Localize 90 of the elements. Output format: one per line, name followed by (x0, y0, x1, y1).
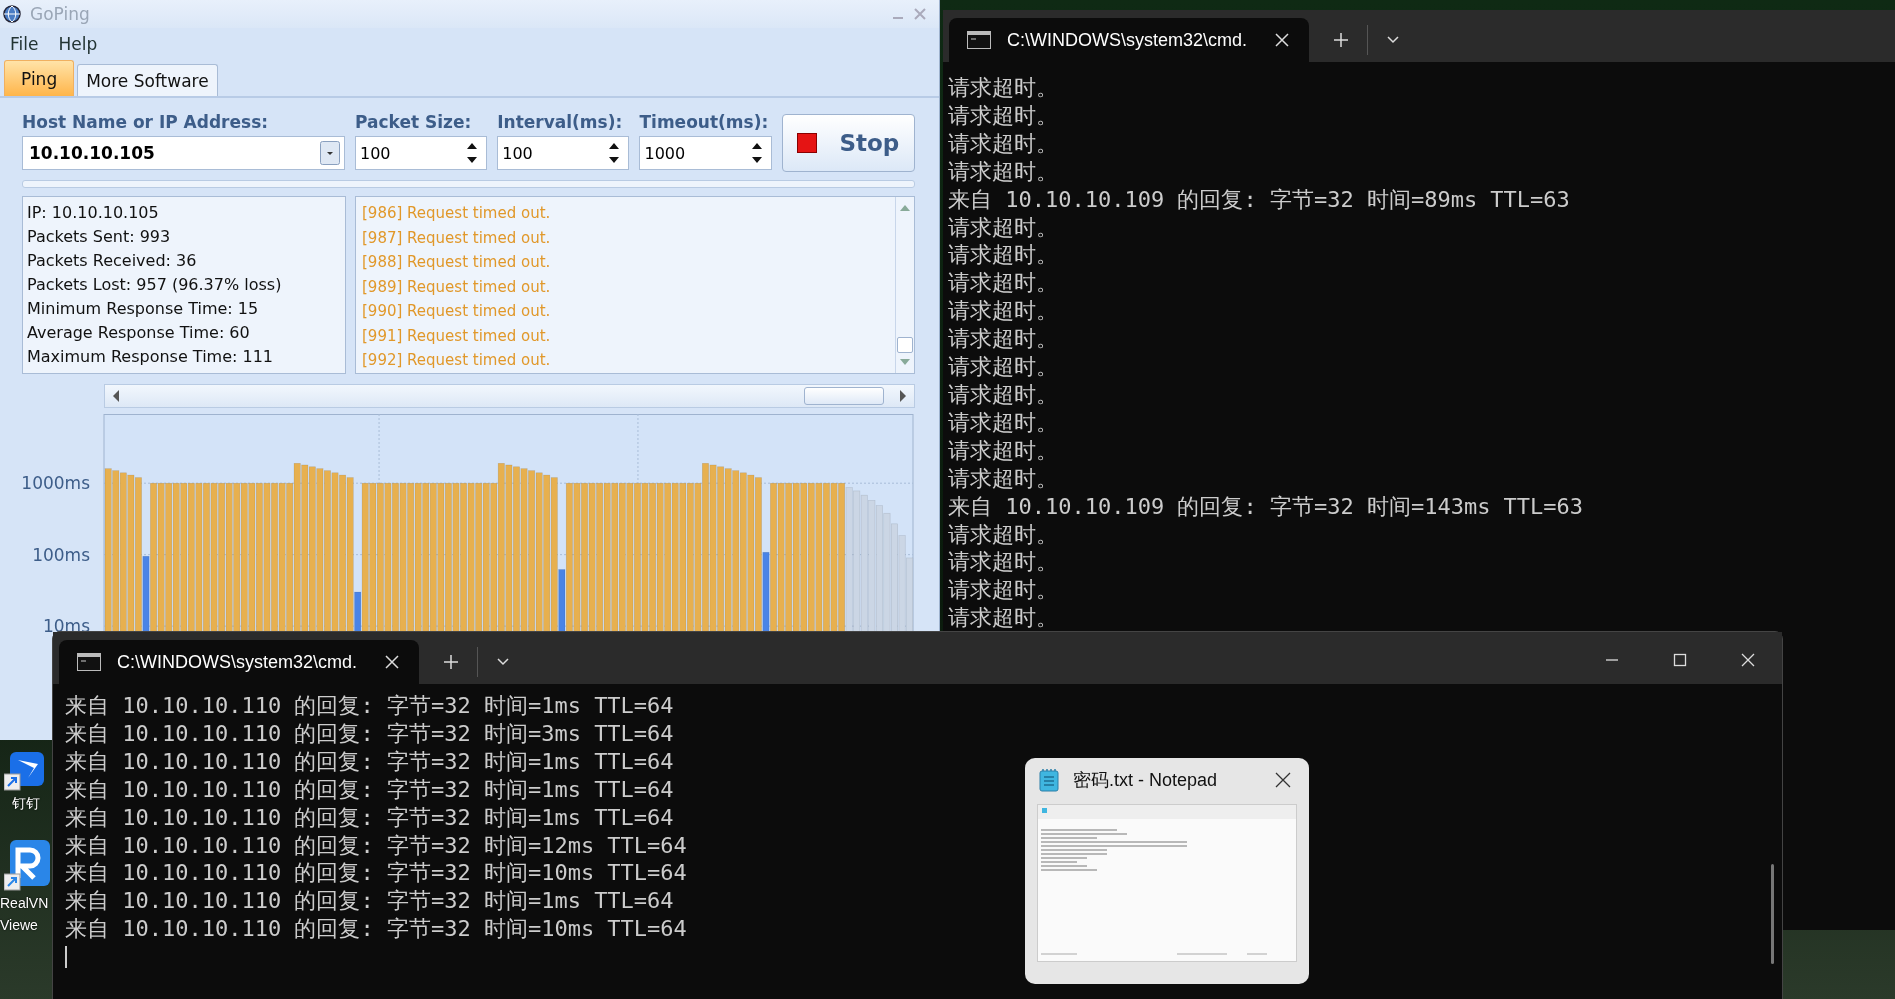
statistic-text: IP: 10.10.10.105 (27, 202, 160, 224)
text-cursor (65, 946, 67, 969)
console-line: 请求超时。 (948, 101, 1058, 130)
maximize-icon[interactable] (1672, 652, 1688, 668)
new-tab-icon[interactable] (443, 654, 459, 670)
field-label: Host Name or IP Address: (22, 112, 270, 132)
r-letter-app-icon[interactable] (4, 840, 50, 892)
console-line: 来自 10.10.10.110 的回复: 字节=32 时间=12ms TTL=64 (65, 831, 687, 860)
terminal-tab[interactable]: C:\WINDOWS\system32\cmd. (59, 640, 419, 684)
console-line: 请求超时。 (948, 464, 1058, 493)
y-axis-label: 1000ms (21, 473, 90, 494)
statistic-text: Minimum Response Time: 15 (27, 298, 260, 320)
scrollbar-thumb[interactable] (897, 337, 913, 353)
terminal-tab[interactable]: C:\WINDOWS\system32\cmd. (949, 18, 1309, 62)
log-line: [988] Request timed out. (362, 252, 552, 273)
log-line: [989] Request timed out. (362, 276, 552, 298)
up-down-arrows-icon[interactable] (750, 141, 763, 165)
window-title: GoPing (30, 4, 90, 24)
vertical-scrollbar[interactable] (895, 197, 914, 373)
number-spinner[interactable]: 100 (497, 136, 630, 170)
desktop-icon-label[interactable]: RealVN (0, 892, 49, 914)
console-line: 来自 10.10.10.110 的回复: 字节=32 时间=1ms TTL=64 (65, 803, 674, 832)
console-line: 来自 10.10.10.110 的回复: 字节=32 时间=1ms TTL=64 (65, 775, 674, 804)
horizontal-scrollbar[interactable] (104, 384, 915, 408)
statistic-text: Packets Sent: 993 (27, 226, 172, 248)
console-line: 请求超时。 (948, 157, 1058, 186)
scrollbar-thumb[interactable] (1771, 864, 1774, 964)
console-line: 请求超时。 (948, 520, 1058, 549)
console-line: 请求超时。 (948, 353, 1058, 381)
console-line: 请求超时。 (948, 269, 1058, 298)
tab[interactable]: More Software (77, 64, 218, 96)
console-line: 来自 10.10.10.110 的回复: 字节=32 时间=1ms TTL=64 (65, 747, 674, 776)
window-preview-popup[interactable]: 密码.txt - Notepad (1025, 758, 1309, 984)
terminal-icon (967, 31, 991, 49)
close-icon[interactable] (1275, 772, 1291, 788)
console-line: 来自 10.10.10.110 的回复: 字节=32 时间=1ms TTL=64 (65, 692, 674, 720)
console-line: 来自 10.10.10.110 的回复: 字节=32 时间=10ms TTL=64 (65, 915, 687, 944)
menu-item[interactable]: File (10, 34, 39, 54)
terminal-icon (77, 653, 101, 671)
console-line: 请求超时。 (948, 129, 1058, 158)
console-line: 请求超时。 (948, 241, 1058, 270)
scroll-right-icon[interactable] (898, 389, 908, 403)
console-line: 请求超时。 (948, 325, 1058, 354)
console-line: 来自 10.10.10.110 的回复: 字节=32 时间=3ms TTL=64 (65, 719, 674, 748)
console-line: 请求超时。 (948, 297, 1058, 326)
console-line: 请求超时。 (948, 548, 1058, 577)
console-line: 来自 10.10.10.109 的回复: 字节=32 时间=89ms TTL=63 (948, 185, 1570, 214)
menu-item[interactable]: Help (58, 34, 98, 54)
log-line: [992] Request timed out. (362, 350, 552, 371)
log-line: [990] Request timed out. (362, 301, 552, 322)
up-down-arrows-icon[interactable] (608, 141, 621, 165)
console-line: 请求超时。 (948, 604, 1058, 633)
console-line: 请求超时。 (948, 213, 1058, 242)
preview-title: 密码.txt - Notepad (1073, 769, 1218, 792)
console-line: 请求超时。 (948, 436, 1058, 465)
console-line: 来自 10.10.10.110 的回复: 字节=32 时间=10ms TTL=64 (65, 859, 687, 888)
up-down-arrows-icon[interactable] (466, 141, 479, 165)
field-label: Packet Size: (355, 112, 473, 132)
console-line: 请求超时。 (948, 576, 1058, 605)
statistic-text: Packets Lost: 957 (96.37% loss) (27, 274, 283, 296)
log-line: [986] Request timed out. (362, 203, 552, 224)
console-line: 请求超时。 (948, 74, 1058, 102)
log-line: [987] Request timed out. (362, 227, 552, 249)
field-label: Interval(ms): (497, 112, 624, 132)
console-line: 来自 10.10.10.109 的回复: 字节=32 时间=143ms TTL=63 (948, 492, 1584, 521)
field-label: Timeout(ms): (639, 112, 770, 132)
caret-icon[interactable] (496, 657, 510, 667)
log-line: [991] Request timed out. (362, 325, 552, 347)
desktop-icon-label[interactable]: 钉钉 (12, 792, 40, 814)
number-spinner[interactable]: 100 (355, 136, 488, 170)
globe-icon (2, 4, 22, 24)
desktop-icon-label[interactable]: Viewe (0, 914, 38, 936)
statistic-text: Maximum Response Time: 111 (27, 346, 275, 368)
stop-icon (797, 133, 818, 153)
statistic-text: Packets Received: 36 (27, 250, 198, 272)
scrollbar-thumb[interactable] (804, 387, 884, 405)
notepad-icon (1039, 768, 1059, 792)
scroll-left-icon[interactable] (111, 389, 121, 403)
statistic-text: Average Response Time: 60 (27, 322, 251, 344)
host-combo-box[interactable]: 10.10.10.105 (22, 136, 345, 170)
console-line: 来自 10.10.10.110 的回复: 字节=32 时间=1ms TTL=64 (65, 887, 674, 916)
tab[interactable]: Ping (4, 60, 75, 96)
console-line: 请求超时。 (948, 408, 1058, 437)
caret-icon[interactable] (1386, 35, 1400, 45)
stop-button[interactable]: Stop (781, 114, 915, 172)
new-tab-icon[interactable] (1333, 32, 1349, 48)
number-spinner[interactable]: 1000 (639, 136, 772, 170)
console-line: 请求超时。 (948, 380, 1058, 409)
wing-app-icon[interactable] (4, 752, 44, 792)
y-axis-label: 100ms (32, 544, 90, 565)
